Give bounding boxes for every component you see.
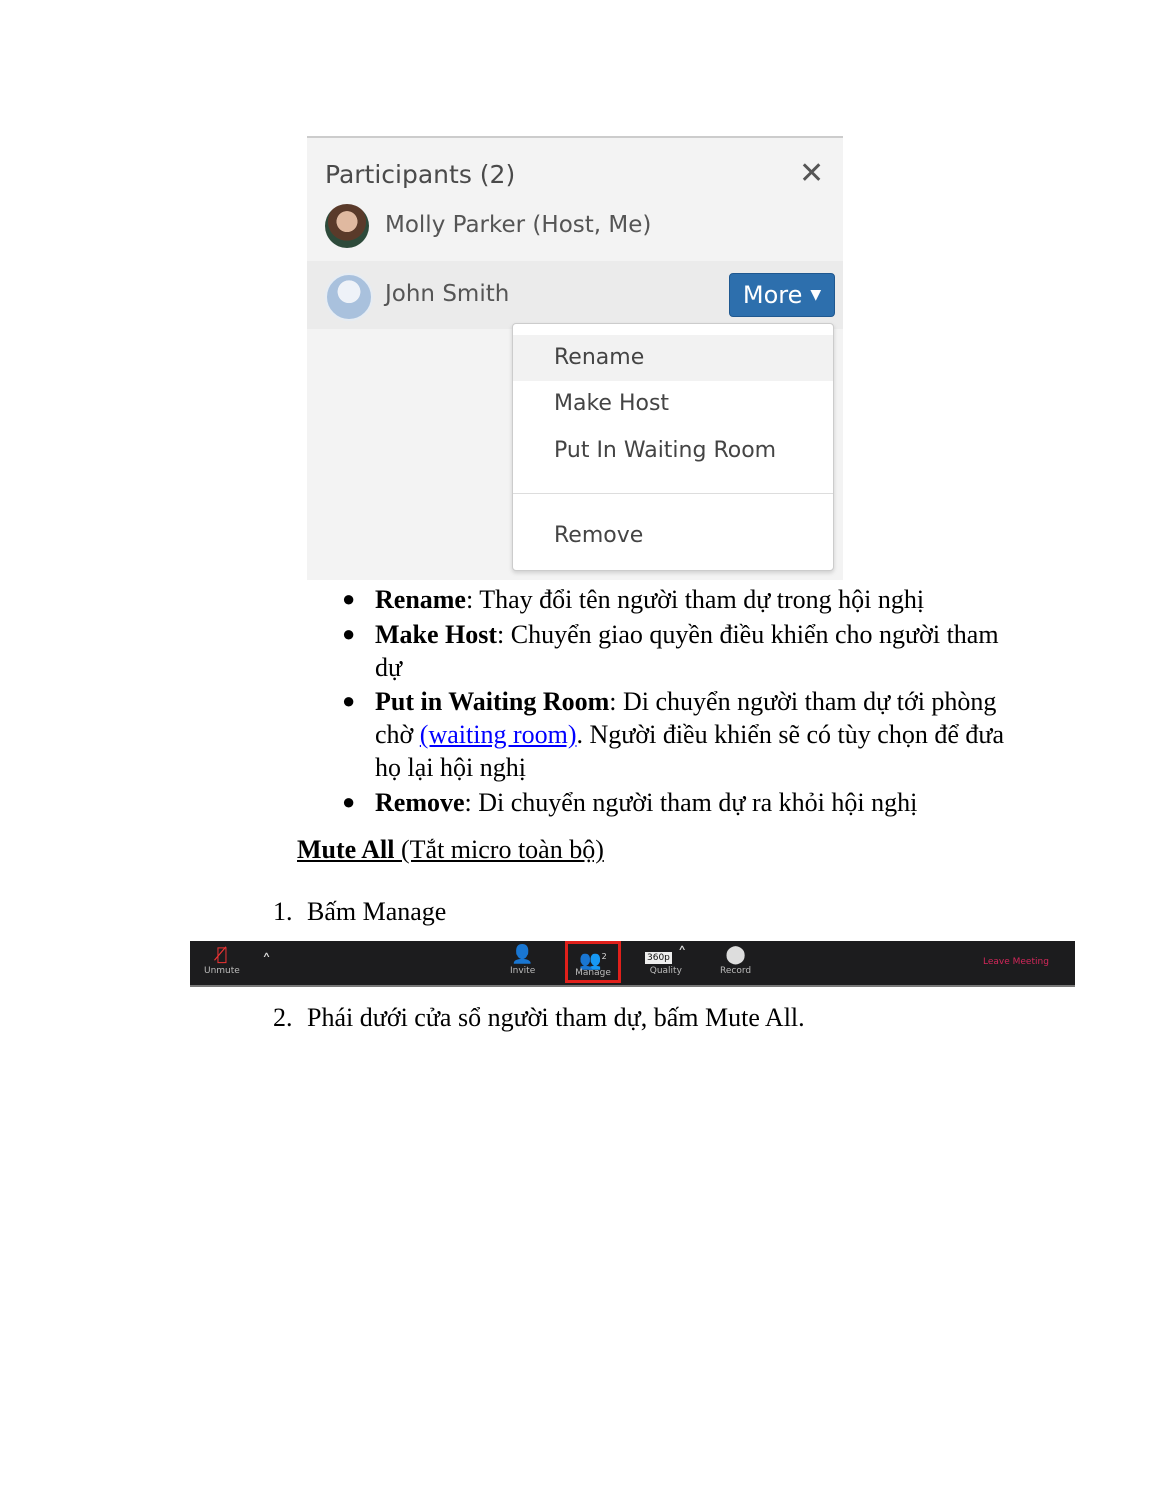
invite-button[interactable]: 👤 Invite <box>510 944 535 976</box>
meeting-toolbar: 🎙̸ Unmute ˄ 👤 Invite 👥2 Manage 360p ˄ Qualit… <box>190 941 1075 987</box>
label: Invite <box>510 966 536 976</box>
close-icon[interactable]: ✕ <box>799 156 824 191</box>
leave-meeting-button[interactable]: Leave Meeting <box>983 957 1049 967</box>
desc: : Di chuyển người tham dự ra khỏi hội ng… <box>464 788 918 817</box>
waiting-room-link[interactable]: (waiting room) <box>420 720 577 749</box>
more-button[interactable]: More ▼ <box>729 273 835 317</box>
step-number: 2. <box>273 1003 293 1032</box>
quality-badge: 360p <box>645 952 672 964</box>
quality-icon: 360p ˄ <box>645 944 687 965</box>
step-text: Bấm Manage <box>307 897 447 926</box>
record-icon: ⬤ <box>725 944 746 965</box>
avatar <box>325 204 369 248</box>
desc: . Người điều khiển sẽ có tùy chọn để đưa <box>576 720 1004 749</box>
bullet-text: họ lại hội nghị <box>375 753 526 782</box>
bullet: ● <box>342 586 356 611</box>
desc: chờ <box>375 720 420 749</box>
participant-name: Molly Parker (Host, Me) <box>385 212 652 238</box>
menu-item-make-host[interactable]: Make Host <box>513 381 833 427</box>
term: Make Host <box>375 620 498 649</box>
bullet-text: dự <box>375 653 403 682</box>
invite-icon: 👤 <box>511 944 534 965</box>
bullet-text: Rename: Thay đổi tên người tham dự trong… <box>375 583 924 617</box>
bullet: ● <box>342 688 356 713</box>
audio-options-caret[interactable]: ˄ <box>262 951 271 973</box>
bullet: ● <box>342 789 356 814</box>
step-text: Phái dưới cửa sổ người tham dự, bấm Mute… <box>307 1003 805 1032</box>
section-heading: Mute All (Tắt micro toàn bộ) <box>297 833 604 867</box>
label: Quality <box>649 966 682 976</box>
chevron-up-icon: ˄ <box>262 951 271 972</box>
document-page: Participants (2) ✕ Molly Parker (Host, M… <box>0 0 1159 1500</box>
desc: : Thay đổi tên người tham dự trong hội n… <box>465 585 925 614</box>
menu-item-waiting-room[interactable]: Put In Waiting Room <box>513 428 833 474</box>
participant-name: John Smith <box>385 281 510 307</box>
label: Manage <box>575 968 611 978</box>
menu-divider <box>513 493 833 494</box>
bullet-text: Make Host: Chuyển giao quyền điều khiển … <box>375 618 999 652</box>
quality-button[interactable]: 360p ˄ Quality <box>645 944 687 976</box>
bullet-text: Remove: Di chuyển người tham dự ra khỏi … <box>375 786 917 820</box>
bullet-text: chờ (waiting room). Người điều khiển sẽ … <box>375 718 1004 752</box>
caret-down-icon: ▼ <box>810 287 822 303</box>
more-menu: Rename Make Host Put In Waiting Room Rem… <box>512 323 834 571</box>
menu-item-rename[interactable]: Rename <box>513 335 833 381</box>
more-label: More <box>742 281 803 309</box>
menu-item-remove[interactable]: Remove <box>513 513 833 559</box>
participants-icon: 👥2 <box>579 950 607 971</box>
participants-panel: Participants (2) ✕ Molly Parker (Host, M… <box>307 136 843 580</box>
manage-button[interactable]: 👥2 Manage <box>565 941 621 983</box>
desc: : Di chuyển người tham dự tới phòng <box>609 687 997 716</box>
term: Rename <box>375 585 466 614</box>
participant-row[interactable]: John Smith More ▼ <box>307 261 843 329</box>
step-number: 1. <box>273 897 293 926</box>
unmute-button[interactable]: 🎙̸ Unmute <box>204 944 240 976</box>
bullet-text: Put in Waiting Room: Di chuyển người tha… <box>375 685 996 719</box>
participant-row[interactable]: Molly Parker (Host, Me) <box>307 192 843 260</box>
label: Record <box>720 966 752 976</box>
heading-rest: (Tắt micro toàn bộ) <box>394 835 604 864</box>
heading-bold: Mute All <box>297 835 395 864</box>
desc: : Chuyển giao quyền điều khiển cho người… <box>497 620 999 649</box>
count: 2 <box>601 952 607 961</box>
label: Unmute <box>204 966 240 976</box>
record-button[interactable]: ⬤ Record <box>720 944 751 976</box>
avatar <box>325 273 373 321</box>
muted-mic-icon: 🎙̸ <box>216 944 228 965</box>
bullet: ● <box>342 621 356 646</box>
panel-title: Participants (2) <box>325 160 516 189</box>
term: Remove <box>375 788 465 817</box>
term: Put in Waiting Room <box>375 687 610 716</box>
